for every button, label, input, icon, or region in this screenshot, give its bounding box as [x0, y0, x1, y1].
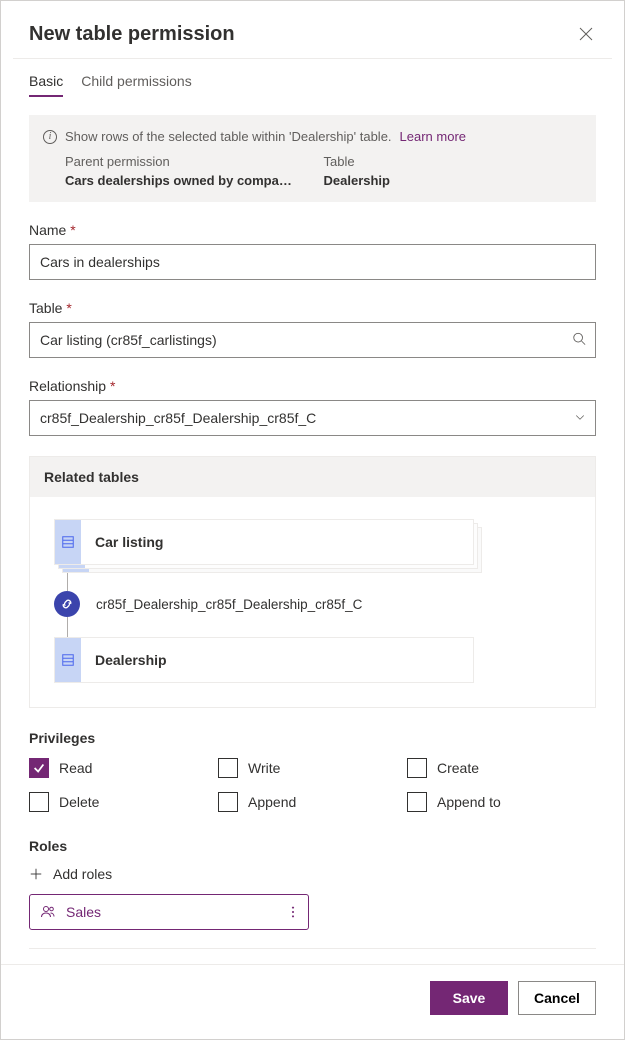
parent-table-value: Dealership — [324, 173, 583, 188]
save-button[interactable]: Save — [430, 981, 508, 1015]
plus-icon — [29, 867, 43, 881]
tab-strip: Basic Child permissions — [1, 59, 624, 97]
related-tables-section: Related tables Car listing — [29, 456, 596, 708]
table-icon-bg — [55, 638, 81, 682]
divider — [29, 948, 596, 949]
table-icon-bg — [55, 520, 81, 564]
relationship-select[interactable] — [29, 400, 596, 436]
checkbox[interactable] — [218, 758, 238, 778]
privilege-append[interactable]: Append — [218, 792, 407, 812]
roles-list: Sales — [29, 894, 596, 930]
related-table-bottom-name: Dealership — [95, 652, 167, 668]
roles-section: Roles Add roles Sales — [29, 838, 596, 930]
more-icon[interactable] — [286, 905, 300, 919]
privilege-read[interactable]: Read — [29, 758, 218, 778]
related-tables-body: Car listing cr85f_Dealership_cr85f_Deale… — [30, 497, 595, 707]
new-table-permission-panel: New table permission Basic Child permiss… — [0, 0, 625, 1040]
people-icon — [40, 904, 56, 920]
privileges-title: Privileges — [29, 730, 596, 746]
checkbox[interactable] — [29, 792, 49, 812]
field-name: Name — [29, 222, 596, 280]
privilege-label: Create — [437, 760, 479, 776]
close-button[interactable] — [578, 26, 596, 44]
privileges-grid: Read Write Create Delete Append Append to — [29, 758, 596, 812]
info-icon: i — [43, 130, 57, 144]
parent-table-label: Table — [324, 154, 583, 169]
privilege-create[interactable]: Create — [407, 758, 596, 778]
checkbox[interactable] — [218, 792, 238, 812]
checkbox[interactable] — [29, 758, 49, 778]
panel-body: i Show rows of the selected table within… — [1, 97, 624, 964]
parent-permission-value: Cars dealerships owned by compa… — [65, 173, 324, 188]
related-table-top-stack: Car listing — [54, 519, 480, 571]
related-tables-header: Related tables — [30, 457, 595, 497]
checkbox[interactable] — [407, 758, 427, 778]
name-label: Name — [29, 222, 596, 238]
table-icon — [61, 653, 75, 667]
role-name: Sales — [66, 904, 101, 920]
privilege-delete[interactable]: Delete — [29, 792, 218, 812]
privilege-write[interactable]: Write — [218, 758, 407, 778]
table-input[interactable] — [29, 322, 596, 358]
checkbox[interactable] — [407, 792, 427, 812]
relationship-name: cr85f_Dealership_cr85f_Dealership_cr85f_… — [96, 597, 362, 612]
panel-title: New table permission — [29, 23, 235, 46]
privilege-label: Read — [59, 760, 92, 776]
relation-connector — [67, 571, 69, 591]
table-icon — [61, 535, 75, 549]
privilege-label: Write — [248, 760, 280, 776]
panel-header: New table permission — [1, 1, 624, 58]
related-table-card-bottom[interactable]: Dealership — [54, 637, 474, 683]
privilege-label: Delete — [59, 794, 99, 810]
role-chip[interactable]: Sales — [29, 894, 309, 930]
close-icon — [578, 26, 594, 42]
relationship-label: Relationship — [29, 378, 596, 394]
privilege-append-to[interactable]: Append to — [407, 792, 596, 812]
add-roles-label: Add roles — [53, 866, 112, 882]
roles-title: Roles — [29, 838, 596, 854]
field-table: Table — [29, 300, 596, 358]
table-label: Table — [29, 300, 596, 316]
parent-permission-label: Parent permission — [65, 154, 324, 169]
related-table-top-name: Car listing — [95, 534, 163, 550]
tab-basic[interactable]: Basic — [29, 73, 63, 97]
info-message-row: i Show rows of the selected table within… — [43, 129, 582, 144]
relationship-row: cr85f_Dealership_cr85f_Dealership_cr85f_… — [54, 591, 577, 617]
link-icon — [54, 591, 80, 617]
tab-child-permissions[interactable]: Child permissions — [81, 73, 191, 97]
privilege-label: Append to — [437, 794, 501, 810]
cancel-button[interactable]: Cancel — [518, 981, 596, 1015]
add-roles-button[interactable]: Add roles — [29, 866, 596, 882]
relation-connector — [67, 617, 69, 637]
learn-more-link[interactable]: Learn more — [400, 129, 466, 144]
related-table-card-top[interactable]: Car listing — [54, 519, 474, 565]
privileges-section: Privileges Read Write Create Delete Append Ap… — [29, 730, 596, 812]
info-message: Show rows of the selected table within '… — [65, 129, 392, 144]
field-relationship: Relationship — [29, 378, 596, 436]
footer: Save Cancel — [1, 964, 624, 1039]
context-info-box: i Show rows of the selected table within… — [29, 115, 596, 202]
check-icon — [32, 761, 46, 775]
privilege-label: Append — [248, 794, 296, 810]
info-grid: Parent permission Table Cars dealerships… — [65, 154, 582, 188]
name-input[interactable] — [29, 244, 596, 280]
